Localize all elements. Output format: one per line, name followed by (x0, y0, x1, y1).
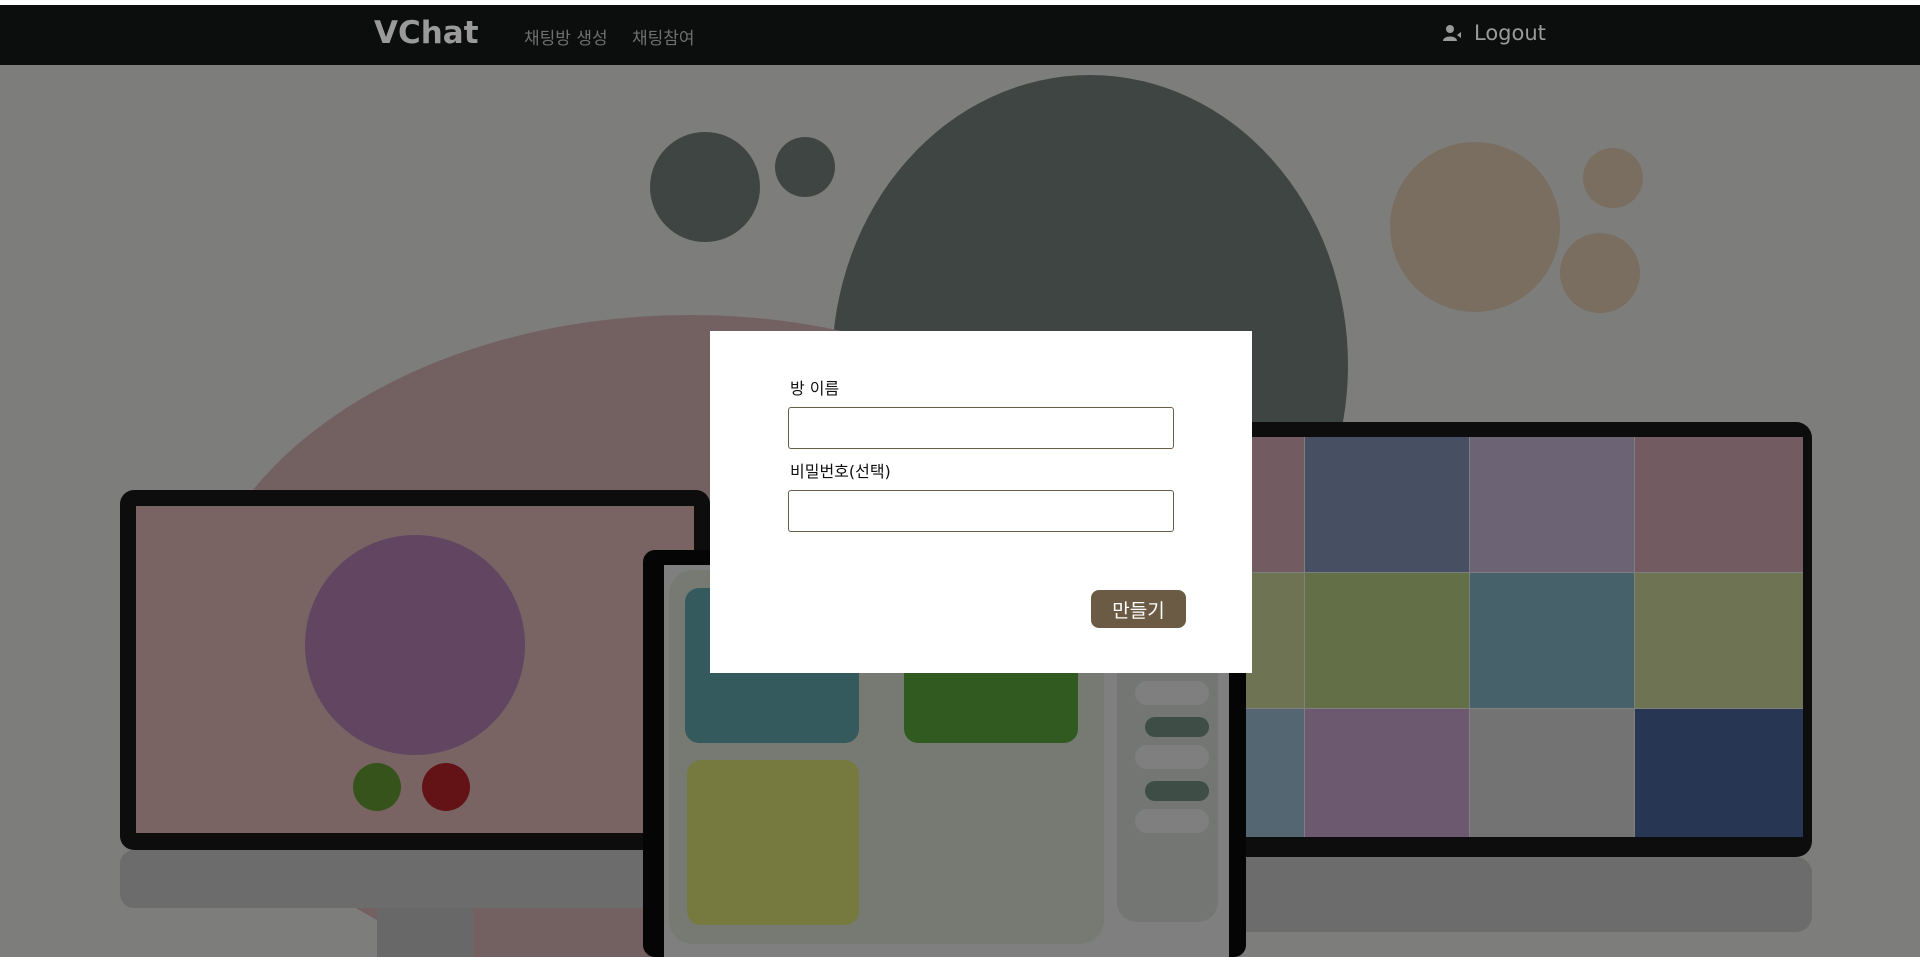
user-icon (1443, 25, 1461, 41)
nav-join-room[interactable]: 채팅참여 (632, 24, 695, 49)
create-button[interactable]: 만들기 (1091, 590, 1186, 628)
logout-label: Logout (1474, 21, 1546, 45)
brand-logo[interactable]: VChat (374, 15, 479, 51)
room-name-label: 방 이름 (790, 379, 840, 398)
navbar: VChat 채팅방 생성 채팅참여 Logout (0, 5, 1920, 65)
create-room-modal: 방 이름 비밀번호(선택) 만들기 (710, 331, 1252, 673)
password-label: 비밀번호(선택) (790, 462, 891, 481)
nav-create-room[interactable]: 채팅방 생성 (524, 24, 608, 49)
password-input[interactable] (788, 490, 1174, 532)
logout-button[interactable]: Logout (1442, 21, 1546, 45)
room-name-input[interactable] (788, 407, 1174, 449)
